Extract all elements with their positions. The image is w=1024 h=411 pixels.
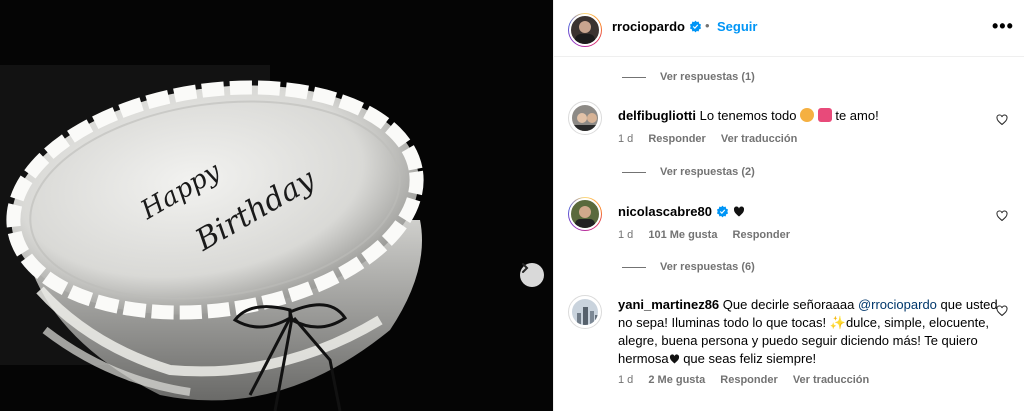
avatar-photo bbox=[575, 21, 595, 44]
comment-meta: 1 d Responder Ver traducción bbox=[618, 133, 809, 145]
comment-body: Lo tenemos todo bbox=[699, 108, 797, 123]
next-image-button[interactable] bbox=[520, 263, 544, 287]
post-image: Happy Birthday bbox=[0, 0, 553, 411]
translate-button[interactable]: Ver traducción bbox=[793, 374, 869, 386]
cake-photo: Happy Birthday bbox=[0, 0, 553, 411]
verified-badge-icon bbox=[716, 205, 728, 218]
likes-count[interactable]: 101 Me gusta bbox=[648, 229, 717, 241]
avatar-photo bbox=[575, 206, 595, 228]
post-header: rrociopardo • Seguir ••• bbox=[554, 0, 1024, 57]
translate-button[interactable]: Ver traducción bbox=[721, 133, 797, 145]
verified-badge-icon bbox=[689, 20, 701, 33]
author-username-text[interactable]: rrociopardo bbox=[612, 19, 685, 34]
mention-link[interactable]: @rrociopardo bbox=[858, 297, 937, 312]
comment-text: delfibugliotti Lo tenemos todo te amo! bbox=[618, 107, 998, 125]
emoji-sad-icon bbox=[800, 108, 815, 122]
view-replies-label[interactable]: Ver respuestas (6) bbox=[660, 261, 755, 273]
comment-time[interactable]: 1 d bbox=[618, 374, 633, 386]
reply-button[interactable]: Responder bbox=[720, 374, 777, 386]
comment-item: delfibugliotti Lo tenemos todo te amo! 1… bbox=[568, 101, 1008, 151]
black-heart-icon bbox=[669, 354, 679, 364]
reply-button[interactable]: Responder bbox=[648, 133, 705, 145]
commenter-username[interactable]: delfibugliotti bbox=[618, 108, 696, 123]
comment-text: nicolascabre80 bbox=[618, 203, 998, 221]
divider-line bbox=[622, 266, 646, 268]
author-username[interactable]: rrociopardo bbox=[612, 19, 702, 34]
view-replies-label[interactable]: Ver respuestas (2) bbox=[660, 166, 755, 178]
comment-meta: 1 d 2 Me gusta Responder Ver traducción bbox=[618, 374, 881, 386]
commenter-avatar[interactable] bbox=[568, 197, 602, 231]
avatar-photo bbox=[574, 113, 598, 131]
divider-line bbox=[622, 76, 646, 78]
comment-item: yani_martinez86 Que decirle señoraaaa @r… bbox=[568, 295, 1008, 395]
comments-panel: rrociopardo • Seguir ••• Ver respuestas … bbox=[553, 0, 1024, 411]
avatar-photo bbox=[577, 307, 598, 325]
view-replies-link[interactable]: Ver respuestas (1) bbox=[622, 71, 755, 83]
divider-line bbox=[622, 171, 646, 173]
comment-time[interactable]: 1 d bbox=[618, 229, 633, 241]
view-replies-label[interactable]: Ver respuestas (1) bbox=[660, 71, 755, 83]
likes-count[interactable]: 2 Me gusta bbox=[648, 374, 705, 386]
commenter-username[interactable]: nicolascabre80 bbox=[618, 204, 712, 219]
view-replies-link[interactable]: Ver respuestas (6) bbox=[622, 261, 755, 273]
like-heart-icon[interactable] bbox=[996, 305, 1008, 317]
comment-meta: 1 d 101 Me gusta Responder bbox=[618, 229, 802, 241]
author-avatar[interactable] bbox=[568, 13, 602, 47]
comment-item: nicolascabre80 1 d 101 Me gusta Responde… bbox=[568, 197, 1008, 247]
chevron-right-icon bbox=[522, 263, 529, 273]
comment-time[interactable]: 1 d bbox=[618, 133, 633, 145]
black-heart-icon bbox=[733, 206, 744, 217]
comment-body-end: te amo! bbox=[835, 108, 879, 123]
comment-text: yani_martinez86 Que decirle señoraaaa @r… bbox=[618, 296, 998, 368]
follow-button[interactable]: Seguir bbox=[717, 19, 757, 34]
sparkles-icon: ✨ bbox=[829, 315, 846, 330]
reply-button[interactable]: Responder bbox=[733, 229, 790, 241]
commenter-username[interactable]: yani_martinez86 bbox=[618, 297, 719, 312]
comment-body: Que decirle señoraaaa bbox=[722, 297, 855, 312]
separator-dot: • bbox=[705, 18, 710, 33]
emoji-heart-icon bbox=[817, 108, 832, 122]
more-options-icon[interactable]: ••• bbox=[992, 17, 1014, 35]
view-replies-link[interactable]: Ver respuestas (2) bbox=[622, 166, 755, 178]
commenter-avatar[interactable] bbox=[568, 101, 602, 135]
like-heart-icon[interactable] bbox=[996, 114, 1008, 126]
commenter-avatar[interactable] bbox=[568, 295, 602, 329]
like-heart-icon[interactable] bbox=[996, 210, 1008, 222]
comment-body-end: que seas feliz siempre! bbox=[683, 351, 817, 366]
